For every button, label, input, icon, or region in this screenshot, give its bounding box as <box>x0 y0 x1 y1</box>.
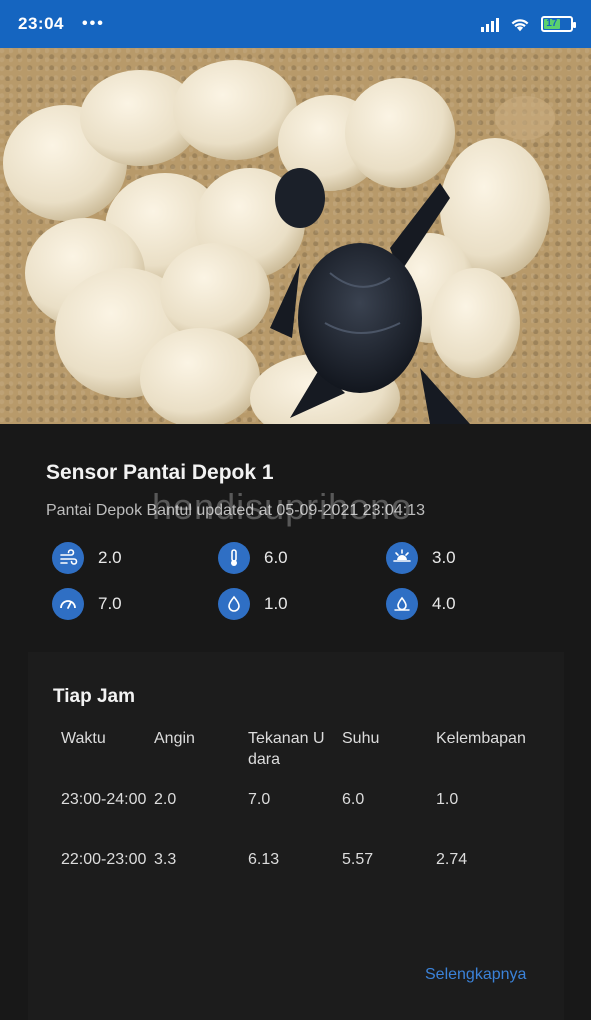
signal-icon <box>481 16 499 32</box>
metric-humidity: 1.0 <box>218 588 288 620</box>
wind-icon <box>52 542 84 574</box>
metric-wind: 2.0 <box>52 542 122 574</box>
metric-temperature: 6.0 <box>218 542 288 574</box>
thermometer-icon <box>218 542 250 574</box>
notification-dots-icon: ••• <box>81 15 105 32</box>
metric-value: 6.0 <box>264 548 288 567</box>
pressure-gauge-icon <box>52 588 84 620</box>
status-time: 23:04 <box>18 14 64 33</box>
turtle-eggs-illustration <box>3 60 555 424</box>
table-header: Tekanan Udara <box>248 730 325 768</box>
table-header: Angin <box>154 730 195 747</box>
sensor-subtitle: Pantai Depok Bantul updated at 05-09-202… <box>46 502 425 519</box>
status-icons: 17 <box>481 15 576 33</box>
metric-sun: 3.0 <box>386 542 456 574</box>
hero-image <box>0 48 591 424</box>
battery-level: 17 <box>544 19 560 29</box>
table-cell: 6.0 <box>342 791 365 808</box>
sun-icon <box>386 542 418 574</box>
table-header: Suhu <box>342 730 380 747</box>
table-cell: 6.13 <box>248 851 280 868</box>
metric-value: 4.0 <box>432 594 456 613</box>
wifi-icon <box>511 19 529 32</box>
water-drop-icon <box>218 588 250 620</box>
metric-rain: 4.0 <box>386 588 456 620</box>
metric-value: 2.0 <box>98 548 122 567</box>
sensor-card: Sensor Pantai Depok 1 Pantai Depok Bantu… <box>0 424 591 1020</box>
status-bar: 23:04 ••• 17 <box>0 0 591 48</box>
see-more-link[interactable]: Selengkapnya <box>425 966 526 984</box>
table-header: Kelembapan <box>436 730 526 747</box>
metric-value: 1.0 <box>264 594 288 613</box>
table-cell: 2.74 <box>436 851 468 868</box>
table-cell: 23:00-24:00 <box>61 791 147 808</box>
rain-drop-icon <box>386 588 418 620</box>
table-cell: 22:00-23:00 <box>61 851 147 868</box>
metric-pressure: 7.0 <box>52 588 122 620</box>
table-cell: 7.0 <box>248 791 271 808</box>
metric-value: 7.0 <box>98 594 122 613</box>
table-header: Waktu <box>61 730 106 747</box>
battery-icon: 17 <box>541 16 576 32</box>
metric-value: 3.0 <box>432 548 456 567</box>
table-cell: 2.0 <box>154 791 177 808</box>
hourly-title: Tiap Jam <box>53 686 136 707</box>
sensor-title: Sensor Pantai Depok 1 <box>46 461 274 484</box>
table-cell: 1.0 <box>436 791 459 808</box>
table-cell: 5.57 <box>342 851 374 868</box>
hourly-panel: Tiap Jam Waktu Angin Tekanan Udara Suhu … <box>28 652 564 1020</box>
table-cell: 3.3 <box>154 851 177 868</box>
